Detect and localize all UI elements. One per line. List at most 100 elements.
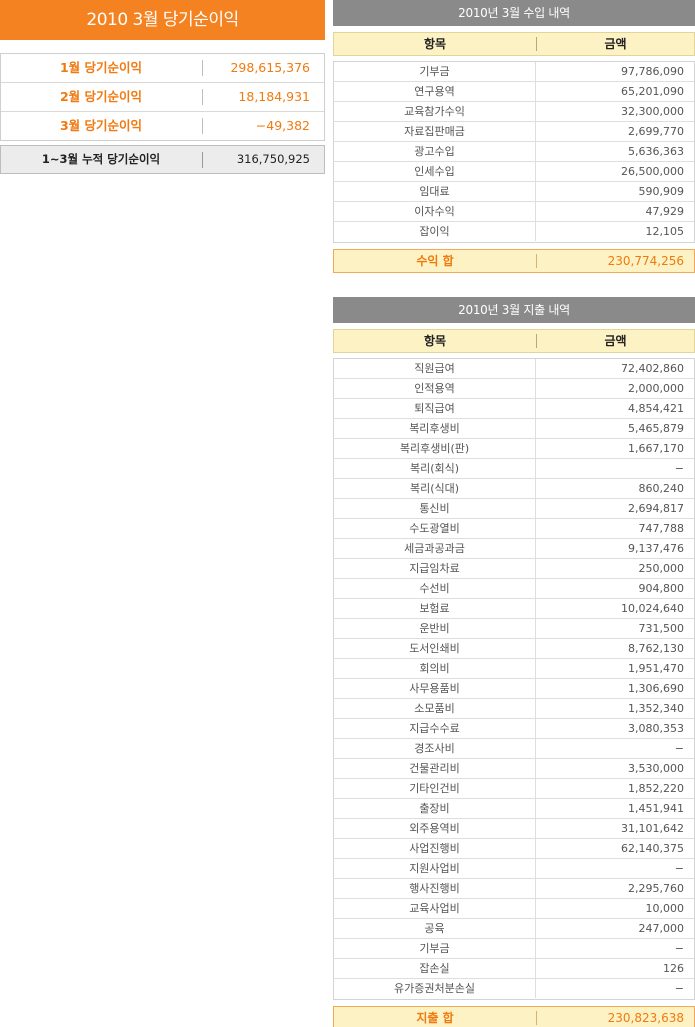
- income-row: 이자수익 47,929: [334, 202, 694, 222]
- expense-row: 지급수수료 3,080,353: [334, 719, 694, 739]
- net-income-table: 1월 당기순이익 298,615,376 2월 당기순이익 18,184,931…: [0, 53, 325, 141]
- item-amount: 1,451,941: [628, 802, 684, 815]
- item-name: 세금과공과금: [334, 539, 536, 558]
- expense-row: 기타인건비 1,852,220: [334, 779, 694, 799]
- item-name: 통신비: [334, 499, 536, 518]
- item-name: 퇴직급여: [334, 399, 536, 418]
- expense-total-value: 230,823,638: [607, 1011, 684, 1025]
- item-amount: 2,699,770: [628, 125, 684, 138]
- expense-total-label: 지출 합: [416, 1011, 454, 1025]
- item-amount: 126: [663, 962, 684, 975]
- expense-row: 보험료 10,024,640: [334, 599, 694, 619]
- item-name: 연구용역: [334, 82, 536, 101]
- expense-row: 지원사업비 −: [334, 859, 694, 879]
- item-amount: 47,929: [645, 205, 685, 218]
- item-amount: 590,909: [638, 185, 685, 198]
- expense-row: 지급임차료 250,000: [334, 559, 694, 579]
- expense-row: 수선비 904,800: [334, 579, 694, 599]
- item-name: 지원사업비: [334, 859, 536, 878]
- item-amount: 8,762,130: [628, 642, 684, 655]
- item-name: 경조사비: [334, 739, 536, 758]
- item-name: 사업진행비: [334, 839, 536, 858]
- expense-row: 사업진행비 62,140,375: [334, 839, 694, 859]
- item-name: 건물관리비: [334, 759, 536, 778]
- item-name: 소모품비: [334, 699, 536, 718]
- item-amount: 1,852,220: [628, 782, 684, 795]
- item-name: 광고수입: [334, 142, 536, 161]
- expense-row: 행사진행비 2,295,760: [334, 879, 694, 899]
- expense-panel: 2010년 3월 지출 내역 항목 금액 직원급여 72,402,860 인적용역 2…: [333, 297, 695, 1027]
- column-divider: [202, 118, 203, 134]
- item-name: 임대료: [334, 182, 536, 201]
- column-divider: [536, 254, 537, 268]
- expense-row: 유가증권처분손실 −: [334, 979, 694, 999]
- net-income-label: 3월 당기순이익: [59, 118, 143, 133]
- income-panel: 2010년 3월 수입 내역 항목 금액 기부금 97,786,090 연구용역 65…: [333, 0, 695, 273]
- expense-row: 공육 247,000: [334, 919, 694, 939]
- expense-column-header: 항목 금액: [333, 329, 695, 353]
- item-name: 출장비: [334, 799, 536, 818]
- column-header-item: 항목: [423, 334, 447, 348]
- item-amount: 26,500,000: [621, 165, 684, 178]
- item-name: 지급수수료: [334, 719, 536, 738]
- net-income-label: 1월 당기순이익: [59, 60, 143, 75]
- item-amount: −: [674, 862, 684, 875]
- expense-total-row: 지출 합 230,823,638: [333, 1006, 695, 1027]
- column-divider: [202, 60, 203, 76]
- column-divider: [202, 89, 203, 105]
- income-title: 2010년 3월 수입 내역: [333, 0, 695, 26]
- net-income-title: 2010 3월 당기순이익: [0, 0, 325, 40]
- item-amount: 65,201,090: [621, 85, 684, 98]
- item-name: 교육참가수익: [334, 102, 536, 121]
- item-amount: 4,854,421: [628, 402, 684, 415]
- item-amount: 2,694,817: [628, 502, 684, 515]
- expense-row: 사무용품비 1,306,690: [334, 679, 694, 699]
- income-row: 자료집판매금 2,699,770: [334, 122, 694, 142]
- item-amount: 1,306,690: [628, 682, 684, 695]
- item-name: 운반비: [334, 619, 536, 638]
- item-amount: 72,402,860: [621, 362, 684, 375]
- expense-row: 세금과공과금 9,137,476: [334, 539, 694, 559]
- item-amount: 1,352,340: [628, 702, 684, 715]
- item-name: 기부금: [334, 939, 536, 958]
- item-name: 복리후생비: [334, 419, 536, 438]
- expense-row: 직원급여 72,402,860: [334, 359, 694, 379]
- item-name: 회의비: [334, 659, 536, 678]
- item-amount: 731,500: [638, 622, 685, 635]
- item-amount: 3,530,000: [628, 762, 684, 775]
- item-name: 지급임차료: [334, 559, 536, 578]
- item-amount: −: [674, 942, 684, 955]
- net-income-value: 298,615,376: [230, 60, 310, 75]
- item-amount: 747,788: [638, 522, 685, 535]
- expense-title: 2010년 3월 지출 내역: [333, 297, 695, 323]
- income-total-value: 230,774,256: [607, 254, 684, 268]
- item-name: 공육: [334, 919, 536, 938]
- expense-row: 복리후생비 5,465,879: [334, 419, 694, 439]
- net-income-total-label: 1~3월 누적 당기순이익: [41, 152, 161, 166]
- item-name: 수선비: [334, 579, 536, 598]
- item-name: 인세수입: [334, 162, 536, 181]
- expense-row: 복리(회식) −: [334, 459, 694, 479]
- item-name: 기부금: [334, 62, 536, 81]
- item-name: 복리(회식): [334, 459, 536, 478]
- item-name: 직원급여: [334, 359, 536, 378]
- item-amount: 5,636,363: [628, 145, 684, 158]
- expense-row: 교육사업비 10,000: [334, 899, 694, 919]
- item-amount: 97,786,090: [621, 65, 684, 78]
- income-row: 연구용역 65,201,090: [334, 82, 694, 102]
- expense-row: 통신비 2,694,817: [334, 499, 694, 519]
- expense-row: 도서인쇄비 8,762,130: [334, 639, 694, 659]
- expense-row: 복리후생비(판) 1,667,170: [334, 439, 694, 459]
- item-name: 유가증권처분손실: [334, 979, 536, 998]
- expense-row: 수도광열비 747,788: [334, 519, 694, 539]
- income-row: 기부금 97,786,090: [334, 62, 694, 82]
- item-amount: −: [674, 982, 684, 995]
- expense-row: 외주용역비 31,101,642: [334, 819, 694, 839]
- item-name: 자료집판매금: [334, 122, 536, 141]
- item-name: 사무용품비: [334, 679, 536, 698]
- item-name: 보험료: [334, 599, 536, 618]
- expense-row: 회의비 1,951,470: [334, 659, 694, 679]
- net-income-row: 3월 당기순이익 −49,382: [1, 112, 324, 141]
- expense-row: 건물관리비 3,530,000: [334, 759, 694, 779]
- item-amount: 247,000: [638, 922, 685, 935]
